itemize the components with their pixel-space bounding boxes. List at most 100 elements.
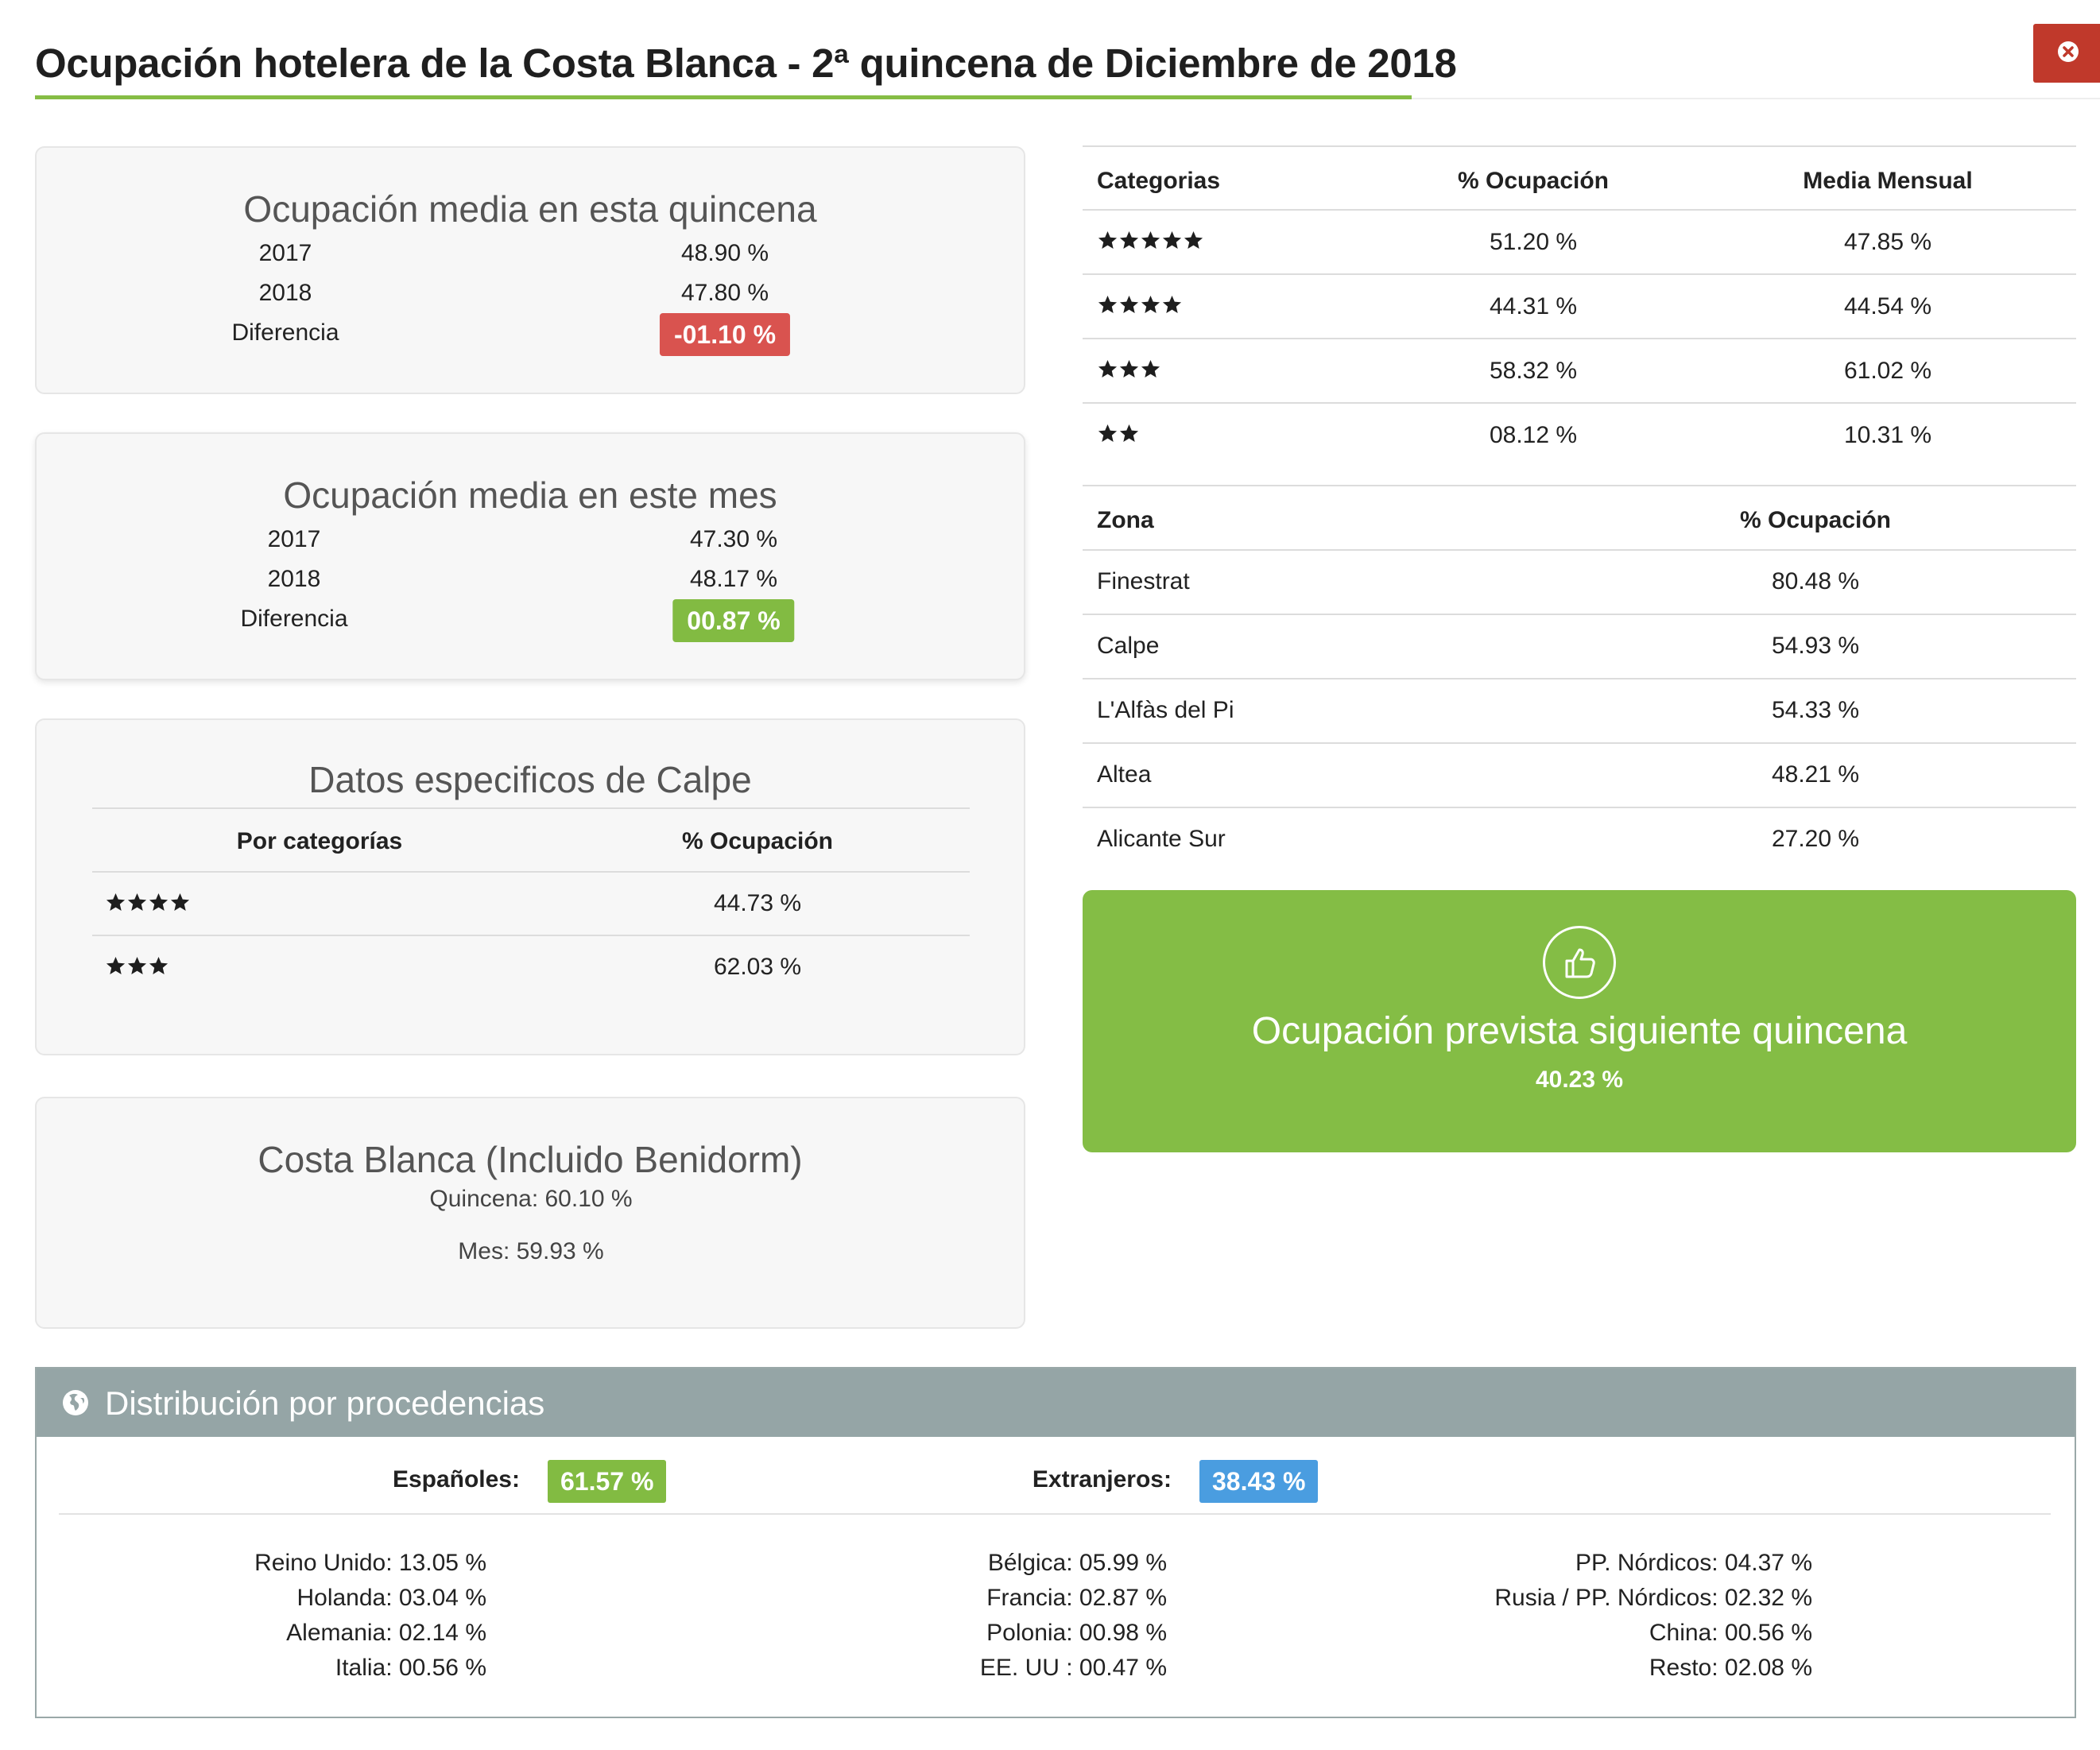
categoria-ocupacion: 44.31 %	[1489, 293, 1578, 319]
zona-name: Altea	[1097, 761, 1152, 788]
star-icon	[1097, 230, 1118, 251]
quincena-year-value: 48.90 %	[680, 240, 769, 266]
col-zona-ocupacion: % Ocupación	[1739, 507, 1892, 533]
globe-icon	[60, 1388, 91, 1418]
quincena-year-label: 2017	[258, 240, 312, 266]
distribution-title: Distribución por procedencias	[105, 1384, 545, 1422]
costa-quincena: Quincena: 60.10 %	[429, 1186, 633, 1212]
calpe-card: Datos especificos de Calpe Por categoría…	[35, 718, 1025, 1055]
categoria-media: 61.02 %	[1843, 358, 1932, 384]
extranjeros-badge: 38.43 %	[1199, 1460, 1319, 1503]
col-categorias: Categorias	[1097, 168, 1221, 194]
quincena-year-label: 2018	[258, 280, 312, 306]
star-icon	[1118, 358, 1140, 380]
zona-name: Finestrat	[1097, 568, 1190, 594]
distribution-header: Distribución por procedencias	[37, 1369, 2075, 1437]
categoria-media: 44.54 %	[1843, 293, 1932, 319]
zona-ocupacion: 27.20 %	[1771, 826, 1860, 852]
zona-ocupacion: 54.93 %	[1771, 633, 1860, 659]
calpe-row-value: 44.73 %	[713, 890, 802, 916]
categoria-ocupacion: 08.12 %	[1489, 422, 1578, 448]
quincena-title: Ocupación media en esta quincena	[243, 188, 817, 230]
zona-ocupacion: 48.21 %	[1771, 761, 1860, 788]
forecast-title: Ocupación prevista siguiente quincena	[1251, 1010, 1908, 1052]
zona-ocupacion: 80.48 %	[1771, 568, 1860, 594]
divider	[92, 871, 970, 873]
modal-header: Ocupación hotelera de la Costa Blanca - …	[35, 0, 2100, 103]
divider	[59, 1513, 2051, 1515]
distribution-panel: Distribución por procedencias Españoles:…	[35, 1367, 2076, 1718]
page-title: Ocupación hotelera de la Costa Blanca - …	[35, 41, 1457, 86]
country-stat: Francia: 02.87 %	[986, 1585, 1167, 1611]
divider	[1083, 678, 2076, 679]
star-icon	[1140, 230, 1161, 251]
star-icon	[126, 955, 148, 977]
star-icon	[1118, 230, 1140, 251]
divider	[1083, 209, 2076, 211]
star-icon	[1118, 423, 1140, 444]
zona-ocupacion: 54.33 %	[1771, 697, 1860, 723]
mes-diff-label: Diferencia	[240, 606, 348, 632]
espanoles-badge: 61.57 %	[548, 1460, 667, 1503]
costa-mes: Mes: 59.93 %	[458, 1238, 604, 1264]
close-button[interactable]	[2033, 24, 2100, 83]
quincena-diff-label: Diferencia	[231, 319, 339, 346]
divider	[1083, 273, 2076, 275]
star-icon	[1140, 294, 1161, 316]
mes-diff-badge: 00.87 %	[672, 599, 795, 642]
divider	[1083, 145, 2076, 147]
divider	[92, 935, 970, 936]
costa-blanca-card: Costa Blanca (Incluido Benidorm) Quincen…	[35, 1097, 1025, 1329]
star-icon	[1161, 230, 1183, 251]
star-icon	[1118, 294, 1140, 316]
star-icon	[1097, 358, 1118, 380]
country-stat: Italia: 00.56 %	[335, 1655, 486, 1681]
categoria-ocupacion: 51.20 %	[1489, 229, 1578, 255]
star-icon	[148, 955, 169, 977]
col-ocupacion: % Ocupación	[1457, 168, 1610, 194]
espanoles-label: Españoles:	[392, 1466, 520, 1493]
calpe-title: Datos especificos de Calpe	[308, 759, 752, 800]
mes-year-value: 48.17 %	[689, 566, 778, 592]
divider	[1083, 807, 2076, 808]
quincena-card: Ocupación media en esta quincena 2017 48…	[35, 146, 1025, 394]
country-stat: PP. Nórdicos: 04.37 %	[1575, 1550, 1812, 1576]
star-rating	[1097, 230, 1204, 251]
star-rating	[105, 955, 169, 977]
calpe-col-categorias: Por categorías	[236, 828, 403, 854]
star-icon	[1140, 358, 1161, 380]
calpe-col-ocupacion: % Ocupación	[681, 828, 834, 854]
divider	[1083, 485, 2076, 486]
country-stat: Resto: 02.08 %	[1649, 1655, 1812, 1681]
star-icon	[1097, 423, 1118, 444]
country-stat: Rusia / PP. Nórdicos: 02.32 %	[1494, 1585, 1812, 1611]
country-stat: China: 00.56 %	[1649, 1620, 1812, 1646]
divider	[92, 807, 970, 809]
star-icon	[1161, 294, 1183, 316]
mes-card: Ocupación media en este mes 2017 47.30 %…	[35, 432, 1025, 680]
star-icon	[169, 892, 191, 913]
star-icon	[105, 892, 126, 913]
header-divider	[1412, 98, 2100, 99]
quincena-diff-badge: -01.10 %	[659, 313, 791, 356]
country-stat: Reino Unido: 13.05 %	[254, 1550, 486, 1576]
title-underline	[35, 95, 1412, 99]
divider	[1083, 742, 2076, 744]
extranjeros-label: Extranjeros:	[1032, 1466, 1172, 1493]
divider	[1083, 402, 2076, 404]
categoria-media: 47.85 %	[1843, 229, 1932, 255]
star-icon	[105, 955, 126, 977]
country-stat: EE. UU : 00.47 %	[979, 1655, 1167, 1681]
zona-name: Alicante Sur	[1097, 826, 1226, 852]
country-stat: Alemania: 02.14 %	[286, 1620, 486, 1646]
forecast-value: 40.23 %	[1535, 1067, 1624, 1093]
star-rating	[105, 892, 191, 913]
calpe-row-value: 62.03 %	[713, 954, 802, 980]
occupancy-tables: Categorias % Ocupación Media Mensual 51.…	[1083, 145, 2076, 861]
col-zona: Zona	[1097, 507, 1154, 533]
close-icon	[2056, 40, 2080, 68]
costa-title: Costa Blanca (Incluido Benidorm)	[258, 1139, 803, 1180]
divider	[1083, 549, 2076, 551]
quincena-year-value: 47.80 %	[680, 280, 769, 306]
mes-year-value: 47.30 %	[689, 526, 778, 552]
